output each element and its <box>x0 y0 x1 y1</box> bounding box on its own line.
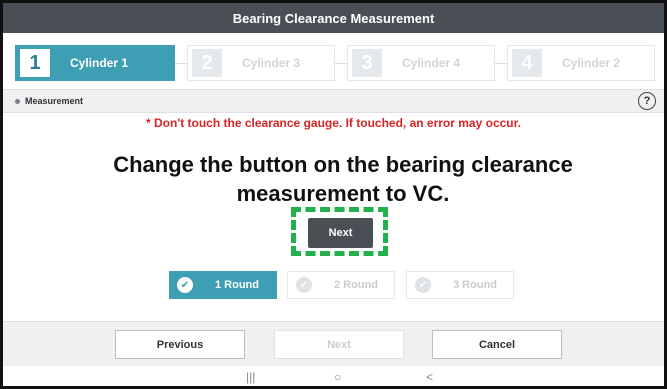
step-number: 4 <box>512 49 542 77</box>
step-connector <box>335 62 347 64</box>
step-number: 1 <box>20 49 50 77</box>
back-icon[interactable]: < <box>426 370 433 384</box>
instruction-text: Change the button on the bearing clearan… <box>113 152 573 206</box>
step-cylinder-1[interactable]: 1 Cylinder 1 <box>15 45 175 81</box>
step-connector <box>495 62 507 64</box>
round-label: 1 Round <box>215 279 259 291</box>
cylinder-stepper: 1 Cylinder 1 2 Cylinder 3 3 Cylinder 4 4… <box>15 45 655 81</box>
step-cylinder-2[interactable]: 4 Cylinder 2 <box>507 45 655 81</box>
step-label: Cylinder 2 <box>562 56 621 70</box>
step-cylinder-4[interactable]: 3 Cylinder 4 <box>347 45 495 81</box>
help-icon[interactable]: ? <box>638 92 656 110</box>
round-label: 3 Round <box>453 279 497 291</box>
step-label: Cylinder 4 <box>402 56 461 70</box>
check-icon: ✔ <box>296 277 312 293</box>
section-label: Measurement <box>25 96 84 106</box>
recents-icon[interactable]: ||| <box>246 370 255 384</box>
step-label: Cylinder 1 <box>70 56 129 70</box>
check-icon: ✔ <box>177 277 193 293</box>
app-window: Bearing Clearance Measurement 1 Cylinder… <box>0 0 667 389</box>
footer-bar: Previous Next Cancel <box>3 321 664 366</box>
check-icon: ✔ <box>415 277 431 293</box>
section-header: Measurement ? <box>3 89 664 113</box>
bullet-icon <box>15 98 20 104</box>
round-label: 2 Round <box>334 279 378 291</box>
next-button[interactable]: Next <box>308 218 373 248</box>
round-2-button[interactable]: ✔ 2 Round <box>287 271 395 299</box>
page-title: Bearing Clearance Measurement <box>232 10 435 26</box>
home-icon[interactable]: ○ <box>334 370 341 384</box>
round-3-button[interactable]: ✔ 3 Round <box>406 271 514 299</box>
footer-next-button[interactable]: Next <box>274 330 404 359</box>
step-connector <box>175 62 187 64</box>
previous-button[interactable]: Previous <box>115 330 245 359</box>
round-1-button[interactable]: ✔ 1 Round <box>169 271 277 299</box>
cancel-button[interactable]: Cancel <box>432 330 562 359</box>
warning-text: * Don't touch the clearance gauge. If to… <box>146 116 521 130</box>
step-number: 2 <box>192 49 222 77</box>
step-number: 3 <box>352 49 382 77</box>
step-label: Cylinder 3 <box>242 56 301 70</box>
title-bar: Bearing Clearance Measurement <box>3 3 664 33</box>
step-cylinder-3[interactable]: 2 Cylinder 3 <box>187 45 335 81</box>
system-nav-bar: ||| ○ < <box>3 366 664 386</box>
